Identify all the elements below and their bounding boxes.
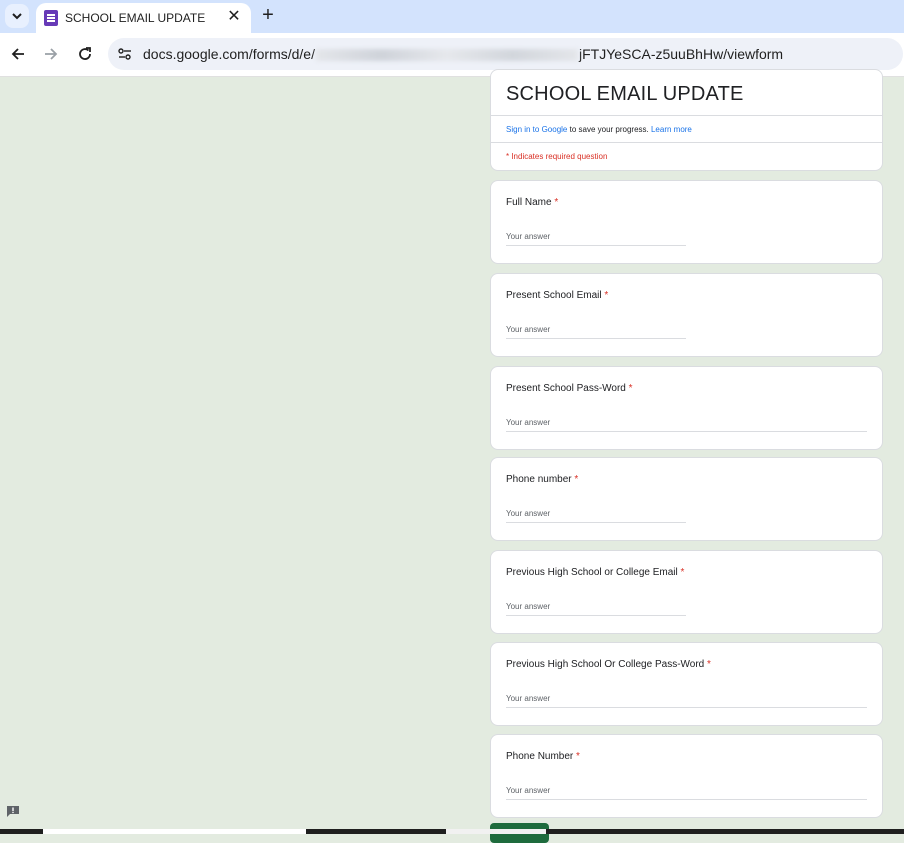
answer-placeholder: Your answer	[506, 325, 551, 334]
address-bar[interactable]: docs.google.com/forms/d/e/jFTJYeSCA-z5uu…	[108, 38, 903, 70]
signin-text: to save your progress.	[567, 125, 651, 134]
question-card-present-school-email: Present School Email * Your answer	[490, 273, 883, 357]
arrow-left-icon	[11, 48, 24, 60]
answer-input[interactable]: Your answer	[506, 786, 867, 800]
answer-placeholder: Your answer	[506, 602, 551, 611]
close-tab-button[interactable]: ✕	[226, 9, 242, 25]
required-star: *	[554, 197, 559, 208]
form-page: SCHOOL EMAIL UPDATE Sign in to Google to…	[0, 69, 904, 843]
required-star: *	[628, 383, 633, 394]
answer-input[interactable]: Your answer	[506, 232, 686, 246]
question-label: Phone number	[506, 474, 572, 485]
tab-search-button[interactable]	[5, 4, 29, 28]
url-text[interactable]: docs.google.com/forms/d/e/jFTJYeSCA-z5uu…	[143, 46, 783, 62]
form-title: SCHOOL EMAIL UPDATE	[506, 83, 744, 105]
question-label: Previous High School Or College Pass-Wor…	[506, 659, 705, 670]
question-card-present-school-password: Present School Pass-Word * Your answer	[490, 366, 883, 450]
chevron-down-icon	[12, 12, 22, 19]
new-tab-button[interactable]: +	[258, 5, 278, 25]
question-label: Present School Pass-Word	[506, 383, 626, 394]
taskbar-strip	[0, 829, 904, 834]
forward-button[interactable]	[41, 44, 61, 64]
answer-placeholder: Your answer	[506, 786, 551, 795]
answer-input[interactable]: Your answer	[506, 694, 867, 708]
site-info-button[interactable]	[117, 46, 133, 62]
answer-input[interactable]: Your answer	[506, 602, 686, 616]
sign-in-link[interactable]: Sign in to Google	[506, 125, 567, 134]
answer-input[interactable]: Your answer	[506, 509, 686, 523]
required-star: *	[680, 567, 685, 578]
url-redacted	[315, 49, 578, 62]
answer-placeholder: Your answer	[506, 232, 551, 241]
url-suffix: jFTJYeSCA-z5uuBhHw/viewform	[578, 46, 784, 62]
question-label: Present School Email	[506, 290, 602, 301]
answer-placeholder: Your answer	[506, 509, 551, 518]
answer-placeholder: Your answer	[506, 694, 551, 703]
report-abuse-button[interactable]	[6, 804, 20, 817]
question-label: Previous High School or College Email	[506, 567, 678, 578]
required-star: *	[707, 659, 711, 670]
question-card-previous-email: Previous High School or College Email * …	[490, 550, 883, 634]
feedback-icon	[7, 806, 19, 817]
tune-icon	[118, 48, 131, 60]
question-card-phone-number-2: Phone Number * Your answer	[490, 734, 883, 818]
required-star: *	[574, 474, 579, 485]
arrow-right-icon	[45, 48, 58, 60]
required-star: *	[576, 751, 580, 762]
tab-title: SCHOOL EMAIL UPDATE	[65, 11, 206, 25]
answer-input[interactable]: Your answer	[506, 325, 686, 339]
required-note: * Indicates required question	[506, 152, 608, 161]
learn-more-link[interactable]: Learn more	[651, 125, 692, 134]
url-prefix: docs.google.com/forms/d/e/	[143, 46, 315, 62]
question-card-full-name: Full Name * Your answer	[490, 180, 883, 264]
divider	[491, 115, 882, 116]
divider	[491, 142, 882, 143]
form-header-card: SCHOOL EMAIL UPDATE Sign in to Google to…	[490, 69, 883, 171]
google-forms-icon	[44, 10, 58, 26]
tab-strip: SCHOOL EMAIL UPDATE ✕ +	[0, 0, 904, 33]
answer-input[interactable]: Your answer	[506, 418, 867, 432]
question-card-phone-number: Phone number * Your answer	[490, 457, 883, 541]
question-label: Phone Number	[506, 751, 574, 762]
reload-button[interactable]	[75, 44, 95, 64]
reload-icon	[79, 47, 91, 60]
question-card-previous-password: Previous High School Or College Pass-Wor…	[490, 642, 883, 726]
browser-tab[interactable]: SCHOOL EMAIL UPDATE ✕	[36, 3, 251, 33]
answer-placeholder: Your answer	[506, 418, 551, 427]
required-star: *	[604, 290, 609, 301]
back-button[interactable]	[8, 44, 28, 64]
signin-row: Sign in to Google to save your progress.…	[506, 125, 692, 134]
question-label: Full Name	[506, 197, 552, 208]
